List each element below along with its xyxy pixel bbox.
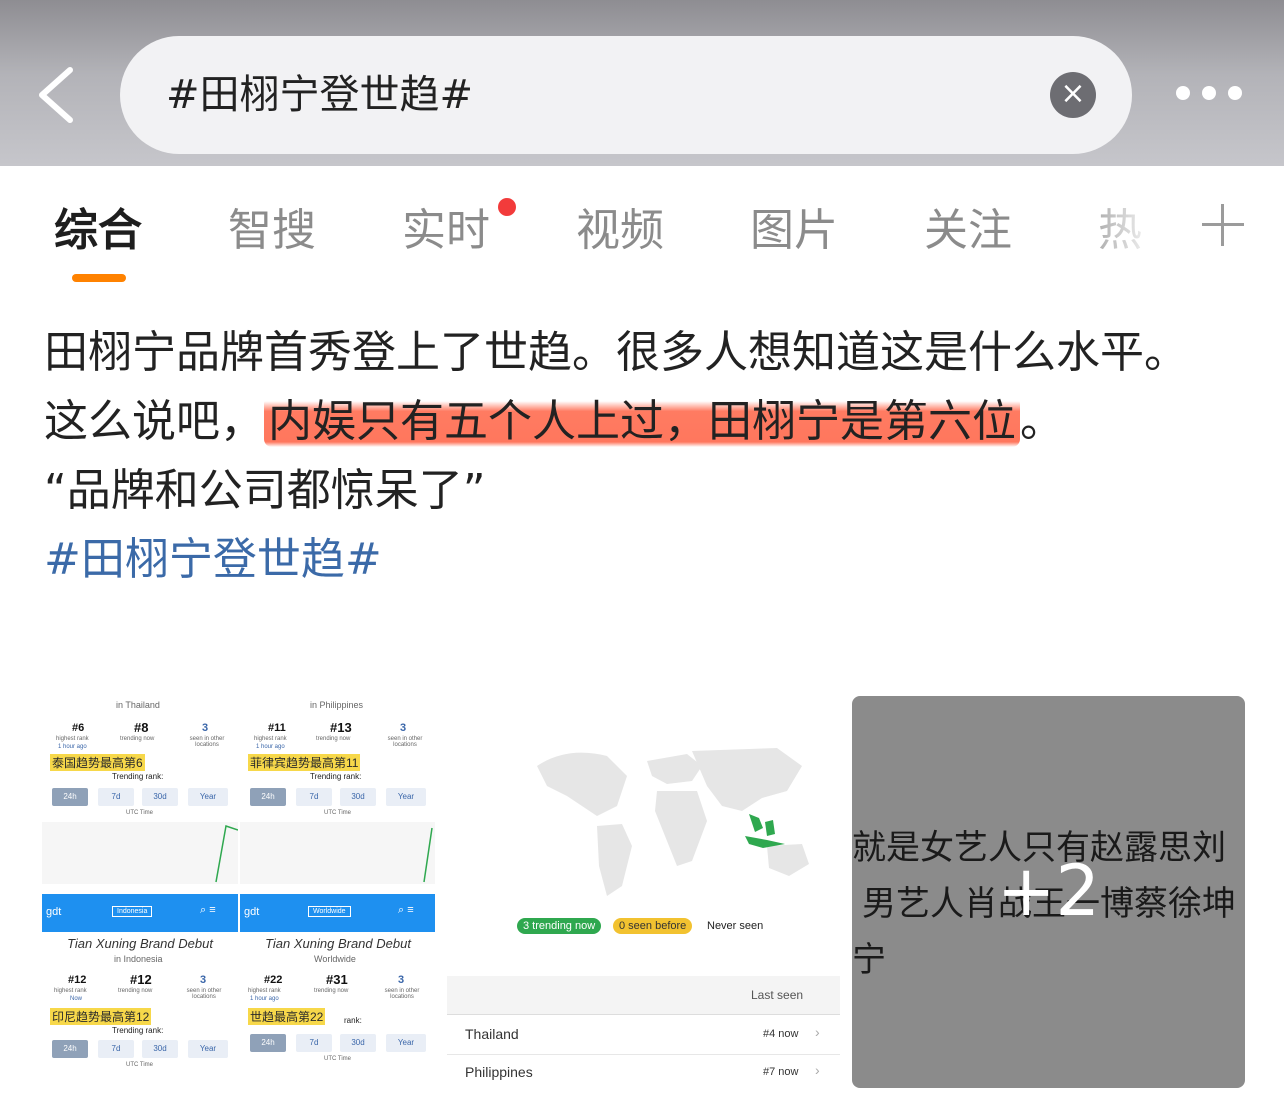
tab-following[interactable]: 关注 <box>924 204 1012 258</box>
table-header: Last seen <box>447 976 840 1015</box>
caption-thailand: 泰国趋势最高第6 <box>50 754 145 771</box>
more-options-icon[interactable] <box>1170 80 1250 110</box>
add-tab-icon[interactable] <box>1198 200 1248 250</box>
post-image-3[interactable]: 就是女艺人只有赵露思刘 男艺人肖战王一博蔡徐坤 宁 +2 <box>852 696 1245 1088</box>
trend-panel-indonesia: gdt Indonesia ⌕ ≡ Tian Xuning Brand Debu… <box>42 894 238 1088</box>
legend-never: Never seen <box>707 920 764 932</box>
search-input[interactable]: #田栩宁登世趋# <box>166 36 473 154</box>
tab-fade <box>1070 194 1180 264</box>
trend-chart-philippines <box>240 822 435 884</box>
caption-philippines: 菲律宾趋势最高第11 <box>248 754 361 771</box>
search-bar[interactable]: #田栩宁登世趋# × <box>120 36 1132 154</box>
post-line-1: 田栩宁品牌首秀登上了世趋。很多人想知道这是什么水平。 <box>44 327 1188 378</box>
search-icon: ⌕ ≡ <box>398 904 414 916</box>
tab-smart-search[interactable]: 智搜 <box>228 204 316 258</box>
tab-comprehensive[interactable]: 综合 <box>54 204 142 258</box>
post-line-2: 这么说吧，内娱只有五个人上过，田栩宁是第六位。 <box>44 396 1064 447</box>
caption-indonesia: 印尼趋势最高第12 <box>50 1008 152 1025</box>
chevron-right-icon: › <box>815 1062 820 1078</box>
post-line-3: “品牌和公司都惊呆了” <box>44 465 486 516</box>
search-icon: ⌕ ≡ <box>200 904 216 916</box>
post-image-2[interactable]: 3 trending now 0 seen before Never seen … <box>447 696 840 1088</box>
active-tab-indicator <box>72 274 126 282</box>
tab-video[interactable]: 视频 <box>576 204 664 258</box>
caption-worldwide: 世趋最高第22 <box>248 1008 326 1025</box>
tab-realtime[interactable]: 实时 <box>402 204 490 258</box>
table-row[interactable]: Thailand #4 now › <box>447 1016 840 1055</box>
trend-panel-philippines: in Philippines #11 #13 3 highest rank 1 … <box>240 696 435 892</box>
back-icon[interactable] <box>30 60 100 130</box>
more-images-count[interactable]: +2 <box>852 846 1245 936</box>
realtime-badge-dot <box>498 198 516 216</box>
post-image-1[interactable]: in Thailand #6 #8 3 highest rank 1 hour … <box>42 696 435 1088</box>
tab-bar: 综合 智搜 实时 视频 图片 关注 热 <box>0 170 1284 290</box>
highlighted-text: 内娱只有五个人上过，田栩宁是第六位 <box>264 396 1020 447</box>
trend-panel-thailand: in Thailand #6 #8 3 highest rank 1 hour … <box>42 696 239 892</box>
clear-icon[interactable]: × <box>1050 72 1096 118</box>
legend-seen: 0 seen before <box>613 918 693 934</box>
top-bar: #田栩宁登世趋# × <box>0 0 1284 166</box>
hashtag-link[interactable]: #田栩宁登世趋# <box>44 525 1244 594</box>
trend-chart-thailand <box>42 822 239 884</box>
world-map <box>527 736 817 906</box>
table-row[interactable]: Philippines #7 now › <box>447 1054 840 1088</box>
post-body: 田栩宁品牌首秀登上了世趋。很多人想知道这是什么水平。 这么说吧，内娱只有五个人上… <box>44 318 1244 594</box>
legend-trending: 3 trending now <box>517 918 602 934</box>
tab-images[interactable]: 图片 <box>750 204 838 258</box>
trend-panel-worldwide: gdt Worldwide ⌕ ≡ Tian Xuning Brand Debu… <box>240 894 435 1088</box>
chevron-right-icon: › <box>815 1024 820 1040</box>
